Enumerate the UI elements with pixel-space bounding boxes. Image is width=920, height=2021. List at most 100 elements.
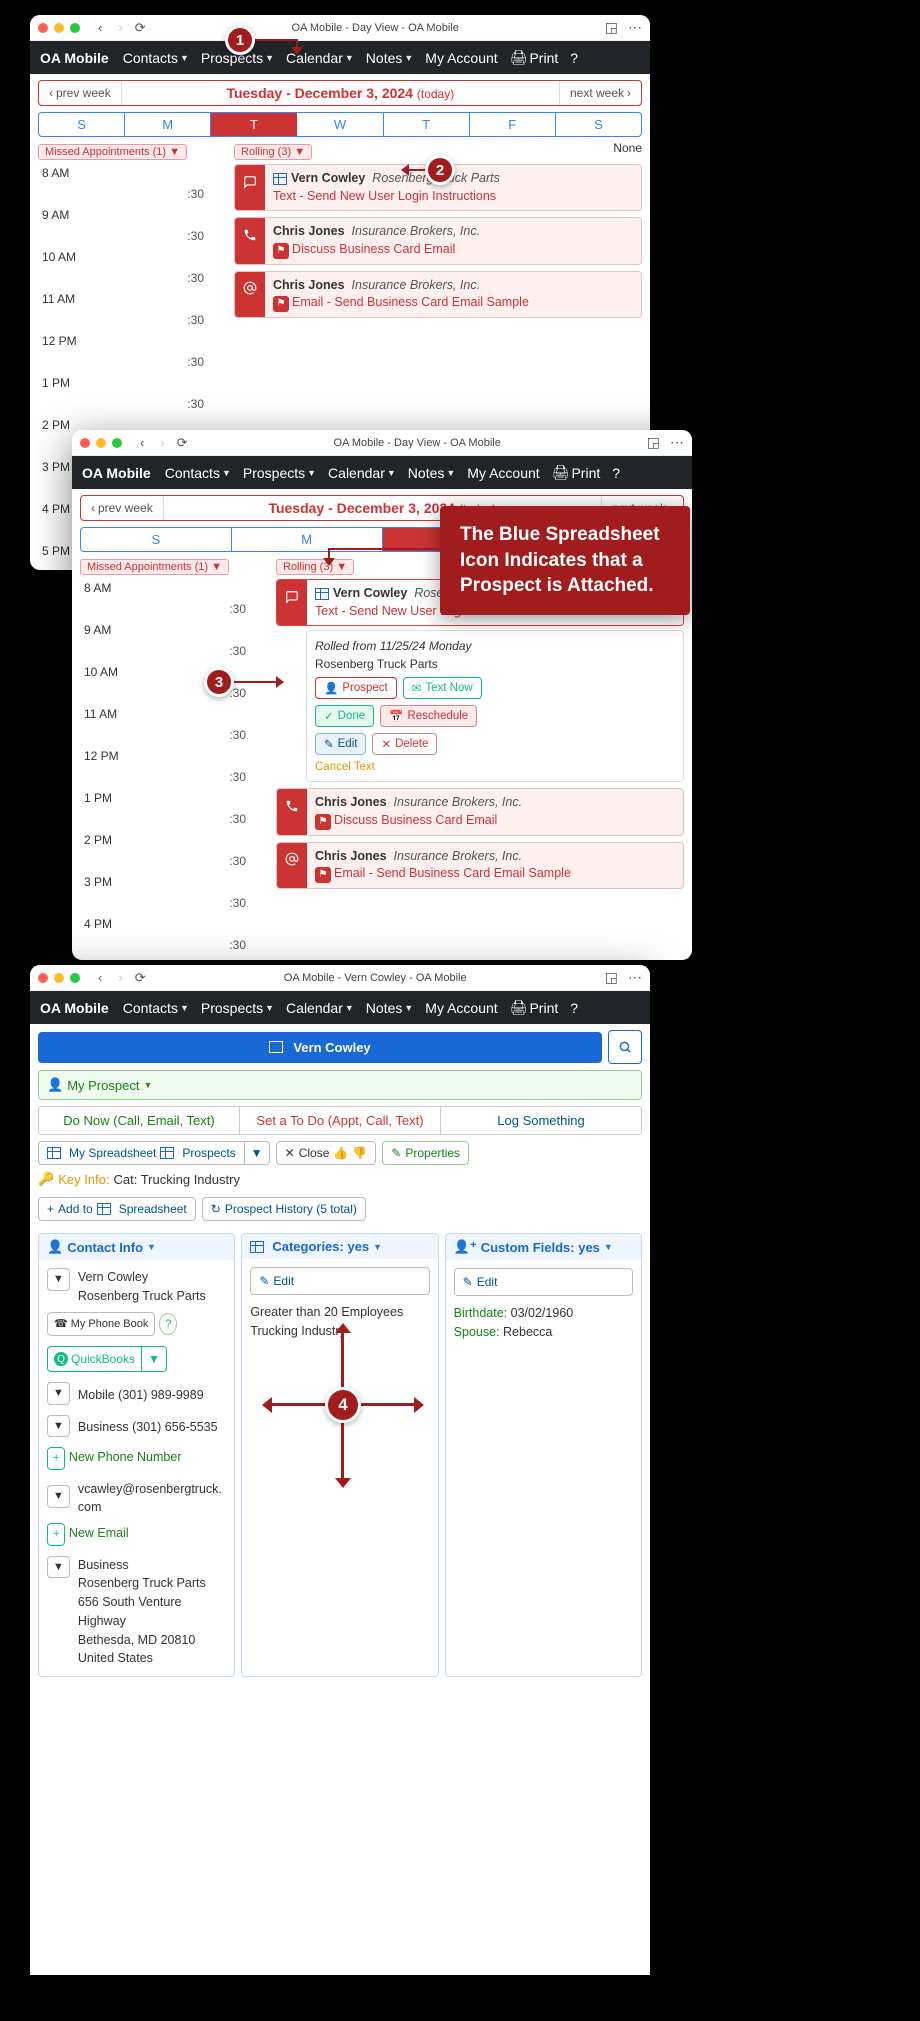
add-to-spreadsheet-chip[interactable]: +Add to Spreadsheet bbox=[38, 1197, 196, 1221]
nav-print[interactable]: 🖨Print bbox=[548, 462, 605, 483]
reschedule-button[interactable]: 📅 Reschedule bbox=[380, 705, 477, 727]
edit-button[interactable]: ✎ Edit bbox=[315, 733, 366, 755]
new-phone-button[interactable]: + bbox=[47, 1447, 65, 1470]
forward-icon[interactable]: › bbox=[160, 435, 164, 451]
edit-button[interactable]: ✎ Edit bbox=[250, 1267, 429, 1295]
set-todo-button[interactable]: Set a To Do (Appt, Call, Text) bbox=[240, 1107, 441, 1134]
my-prospect-bar[interactable]: 👤 My Prospect ▼ bbox=[38, 1070, 642, 1100]
screen-icon[interactable]: ◲ bbox=[605, 969, 618, 986]
next-week-button[interactable]: next week › bbox=[559, 81, 641, 105]
dropdown-icon[interactable]: ▼ bbox=[47, 1485, 70, 1508]
prev-week-button[interactable]: ‹ prev week bbox=[39, 81, 122, 105]
missed-pill[interactable]: Missed Appointments (1) ▼ bbox=[80, 559, 229, 575]
forward-icon[interactable]: › bbox=[118, 970, 122, 986]
nav-contacts[interactable]: Contacts▼ bbox=[161, 463, 235, 483]
brand[interactable]: OA Mobile bbox=[82, 465, 151, 481]
dropdown-icon[interactable]: ▼ bbox=[47, 1556, 70, 1579]
quickbooks-dropdown[interactable]: ▼ bbox=[142, 1346, 167, 1372]
tab-mon[interactable]: M bbox=[125, 113, 211, 136]
quickbooks-chip[interactable]: QQuickBooks bbox=[47, 1346, 142, 1372]
back-icon[interactable]: ‹ bbox=[94, 20, 106, 36]
minimize-icon[interactable] bbox=[54, 23, 64, 33]
cancel-text-link[interactable]: Cancel Text bbox=[315, 761, 675, 773]
nav-print[interactable]: 🖨Print bbox=[506, 997, 563, 1018]
nav-calendar[interactable]: Calendar▼ bbox=[324, 463, 400, 483]
event-card-2[interactable]: Chris Jones Insurance Brokers, Inc.⚑Disc… bbox=[234, 217, 642, 265]
new-email-button[interactable]: + bbox=[47, 1523, 65, 1546]
text-now-button[interactable]: ✉Text Now bbox=[403, 677, 482, 699]
nav-notes[interactable]: Notes▼ bbox=[362, 48, 418, 68]
tab-sat[interactable]: S bbox=[556, 113, 641, 136]
panel-header-contact[interactable]: 👤 Contact Info ▼ bbox=[39, 1234, 234, 1260]
nav-calendar[interactable]: Calendar▼ bbox=[282, 998, 358, 1018]
panel-header-custom[interactable]: 👤⁺ Custom Fields: yes ▼ bbox=[446, 1234, 641, 1260]
nav-help[interactable]: ? bbox=[566, 998, 582, 1018]
nav-help[interactable]: ? bbox=[608, 463, 624, 483]
nav-contacts[interactable]: Contacts▼ bbox=[119, 998, 193, 1018]
do-now-button[interactable]: Do Now (Call, Email, Text) bbox=[39, 1107, 240, 1134]
nav-account[interactable]: My Account bbox=[421, 48, 501, 68]
minimize-icon[interactable] bbox=[96, 438, 106, 448]
prospect-history-chip[interactable]: ↻Prospect History (5 total) bbox=[202, 1197, 366, 1221]
prev-week-button[interactable]: ‹ prev week bbox=[81, 496, 164, 520]
more-icon[interactable]: ⋯ bbox=[628, 969, 642, 986]
prospect-button[interactable]: 👤Prospect bbox=[315, 677, 397, 699]
delete-button[interactable]: ✕ Delete bbox=[372, 733, 437, 755]
nav-contacts[interactable]: Contacts▼ bbox=[119, 48, 193, 68]
dropdown-icon[interactable]: ▼ bbox=[47, 1268, 70, 1291]
search-button[interactable] bbox=[608, 1030, 642, 1064]
help-icon[interactable]: ? bbox=[159, 1313, 177, 1336]
screen-icon[interactable]: ◲ bbox=[647, 434, 660, 451]
close-icon[interactable] bbox=[80, 438, 90, 448]
maximize-icon[interactable] bbox=[70, 973, 80, 983]
new-phone-label[interactable]: New Phone Number bbox=[69, 1450, 182, 1464]
panel-header-categories[interactable]: Categories: yes ▼ bbox=[242, 1234, 437, 1259]
forward-icon[interactable]: › bbox=[118, 20, 122, 36]
nav-prospects[interactable]: Prospects▼ bbox=[239, 463, 320, 483]
phonebook-chip[interactable]: ☎ My Phone Book bbox=[47, 1312, 155, 1337]
minimize-icon[interactable] bbox=[54, 973, 64, 983]
tab-sun[interactable]: S bbox=[39, 113, 125, 136]
screen-icon[interactable]: ◲ bbox=[605, 19, 618, 36]
log-something-button[interactable]: Log Something bbox=[441, 1107, 641, 1134]
tab-wed[interactable]: W bbox=[297, 113, 383, 136]
brand[interactable]: OA Mobile bbox=[40, 50, 109, 66]
refresh-icon[interactable]: ⟳ bbox=[135, 970, 146, 986]
brand[interactable]: OA Mobile bbox=[40, 1000, 109, 1016]
new-email-label[interactable]: New Email bbox=[69, 1526, 129, 1540]
tab-thu[interactable]: T bbox=[384, 113, 470, 136]
close-chip[interactable]: ✕ Close 👍👎 bbox=[276, 1141, 377, 1165]
my-spreadsheet-chip[interactable]: My Spreadsheet Prospects bbox=[38, 1141, 245, 1165]
event-card-3[interactable]: Chris Jones Insurance Brokers, Inc.⚑Emai… bbox=[276, 842, 684, 890]
refresh-icon[interactable]: ⟳ bbox=[135, 20, 146, 36]
maximize-icon[interactable] bbox=[112, 438, 122, 448]
event-card-3[interactable]: Chris Jones Insurance Brokers, Inc.⚑Emai… bbox=[234, 271, 642, 319]
spreadsheet-dropdown[interactable]: ▼ bbox=[245, 1141, 270, 1165]
nav-notes[interactable]: Notes▼ bbox=[362, 998, 418, 1018]
nav-notes[interactable]: Notes▼ bbox=[404, 463, 460, 483]
nav-help[interactable]: ? bbox=[566, 48, 582, 68]
back-icon[interactable]: ‹ bbox=[136, 435, 148, 451]
back-icon[interactable]: ‹ bbox=[94, 970, 106, 986]
close-icon[interactable] bbox=[38, 23, 48, 33]
rolling-pill[interactable]: Rolling (3) ▼ bbox=[276, 559, 354, 575]
dropdown-icon[interactable]: ▼ bbox=[47, 1382, 70, 1405]
rolling-pill[interactable]: Rolling (3) ▼ bbox=[234, 144, 312, 160]
done-button[interactable]: ✓ Done bbox=[315, 705, 374, 727]
nav-account[interactable]: My Account bbox=[421, 998, 501, 1018]
missed-pill[interactable]: Missed Appointments (1) ▼ bbox=[38, 144, 187, 160]
tab-tue[interactable]: T bbox=[211, 113, 297, 136]
close-icon[interactable] bbox=[38, 973, 48, 983]
event-card-2[interactable]: Chris Jones Insurance Brokers, Inc.⚑Disc… bbox=[276, 788, 684, 836]
refresh-icon[interactable]: ⟳ bbox=[177, 435, 188, 451]
tab-fri[interactable]: F bbox=[470, 113, 556, 136]
properties-chip[interactable]: ✎ Properties bbox=[382, 1141, 469, 1165]
more-icon[interactable]: ⋯ bbox=[670, 434, 684, 451]
edit-button[interactable]: ✎ Edit bbox=[454, 1268, 633, 1296]
nav-prospects[interactable]: Prospects▼ bbox=[197, 998, 278, 1018]
nav-print[interactable]: 🖨Print bbox=[506, 47, 563, 68]
maximize-icon[interactable] bbox=[70, 23, 80, 33]
nav-account[interactable]: My Account bbox=[463, 463, 543, 483]
more-icon[interactable]: ⋯ bbox=[628, 19, 642, 36]
dropdown-icon[interactable]: ▼ bbox=[47, 1415, 70, 1438]
